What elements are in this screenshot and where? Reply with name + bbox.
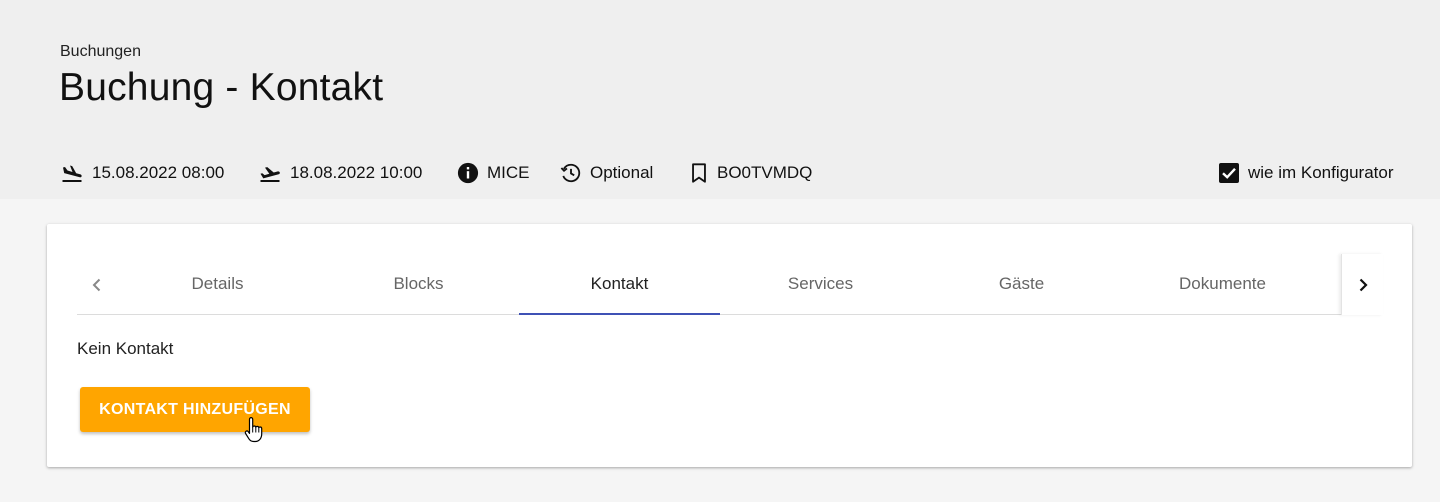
- tab-services[interactable]: Services: [720, 254, 921, 314]
- page-header: Buchungen Buchung - Kontakt 15.08.2022 0…: [0, 0, 1440, 199]
- booking-type: MICE: [457, 160, 530, 186]
- flight-takeoff-icon: [260, 167, 280, 182]
- chevron-left-icon[interactable]: [89, 277, 105, 293]
- tab-dokumente[interactable]: Dokumente: [1122, 254, 1323, 314]
- tab-scroll-left[interactable]: [77, 254, 117, 315]
- arrival-date: 15.08.2022 08:00: [60, 160, 224, 186]
- add-contact-button[interactable]: KONTAKT HINZUFÜGEN: [80, 387, 310, 432]
- hand-pointer-icon: [244, 417, 263, 443]
- page-title: Buchung - Kontakt: [59, 66, 384, 109]
- breadcrumb[interactable]: Buchungen: [60, 43, 141, 61]
- tab-label: Kontakt: [590, 274, 649, 293]
- tab-details[interactable]: Details: [117, 254, 318, 314]
- booking-code: BO0TVMDQ: [689, 160, 812, 186]
- tab-scroll-right[interactable]: [1341, 254, 1383, 315]
- tab-gaeste[interactable]: Gäste: [921, 254, 1122, 314]
- tab-label: Details: [191, 274, 244, 293]
- tab-label: Gäste: [998, 274, 1045, 293]
- tab-bar: Details Blocks Kontakt Services Gäste Do…: [77, 254, 1383, 315]
- tab-label: Services: [787, 274, 854, 293]
- departure-date: 18.08.2022 10:00: [258, 160, 422, 186]
- arrival-date-text: 15.08.2022 08:00: [92, 163, 225, 182]
- flight-land-icon: [62, 165, 82, 182]
- booking-type-text: MICE: [487, 163, 530, 182]
- tab-label: Dokumente: [1179, 274, 1266, 293]
- booking-code-text: BO0TVMDQ: [717, 163, 813, 182]
- checkbox-checked-icon[interactable]: [1218, 162, 1240, 184]
- bookmark-icon: [692, 163, 706, 183]
- configurator-checkbox[interactable]: wie im Konfigurator: [1218, 160, 1394, 186]
- booking-status-text: Optional: [590, 163, 654, 182]
- history-icon: [560, 163, 581, 183]
- booking-status: Optional: [560, 160, 653, 186]
- tab-blocks[interactable]: Blocks: [318, 254, 519, 314]
- no-contact-text: Kein Kontakt: [77, 339, 174, 358]
- info-icon: [457, 162, 479, 184]
- tab-label: Blocks: [393, 274, 444, 293]
- configurator-label[interactable]: wie im Konfigurator: [1248, 163, 1394, 183]
- chevron-right-icon[interactable]: [1355, 277, 1371, 293]
- departure-date-text: 18.08.2022 10:00: [290, 163, 423, 182]
- tab-kontakt[interactable]: Kontakt: [519, 254, 720, 315]
